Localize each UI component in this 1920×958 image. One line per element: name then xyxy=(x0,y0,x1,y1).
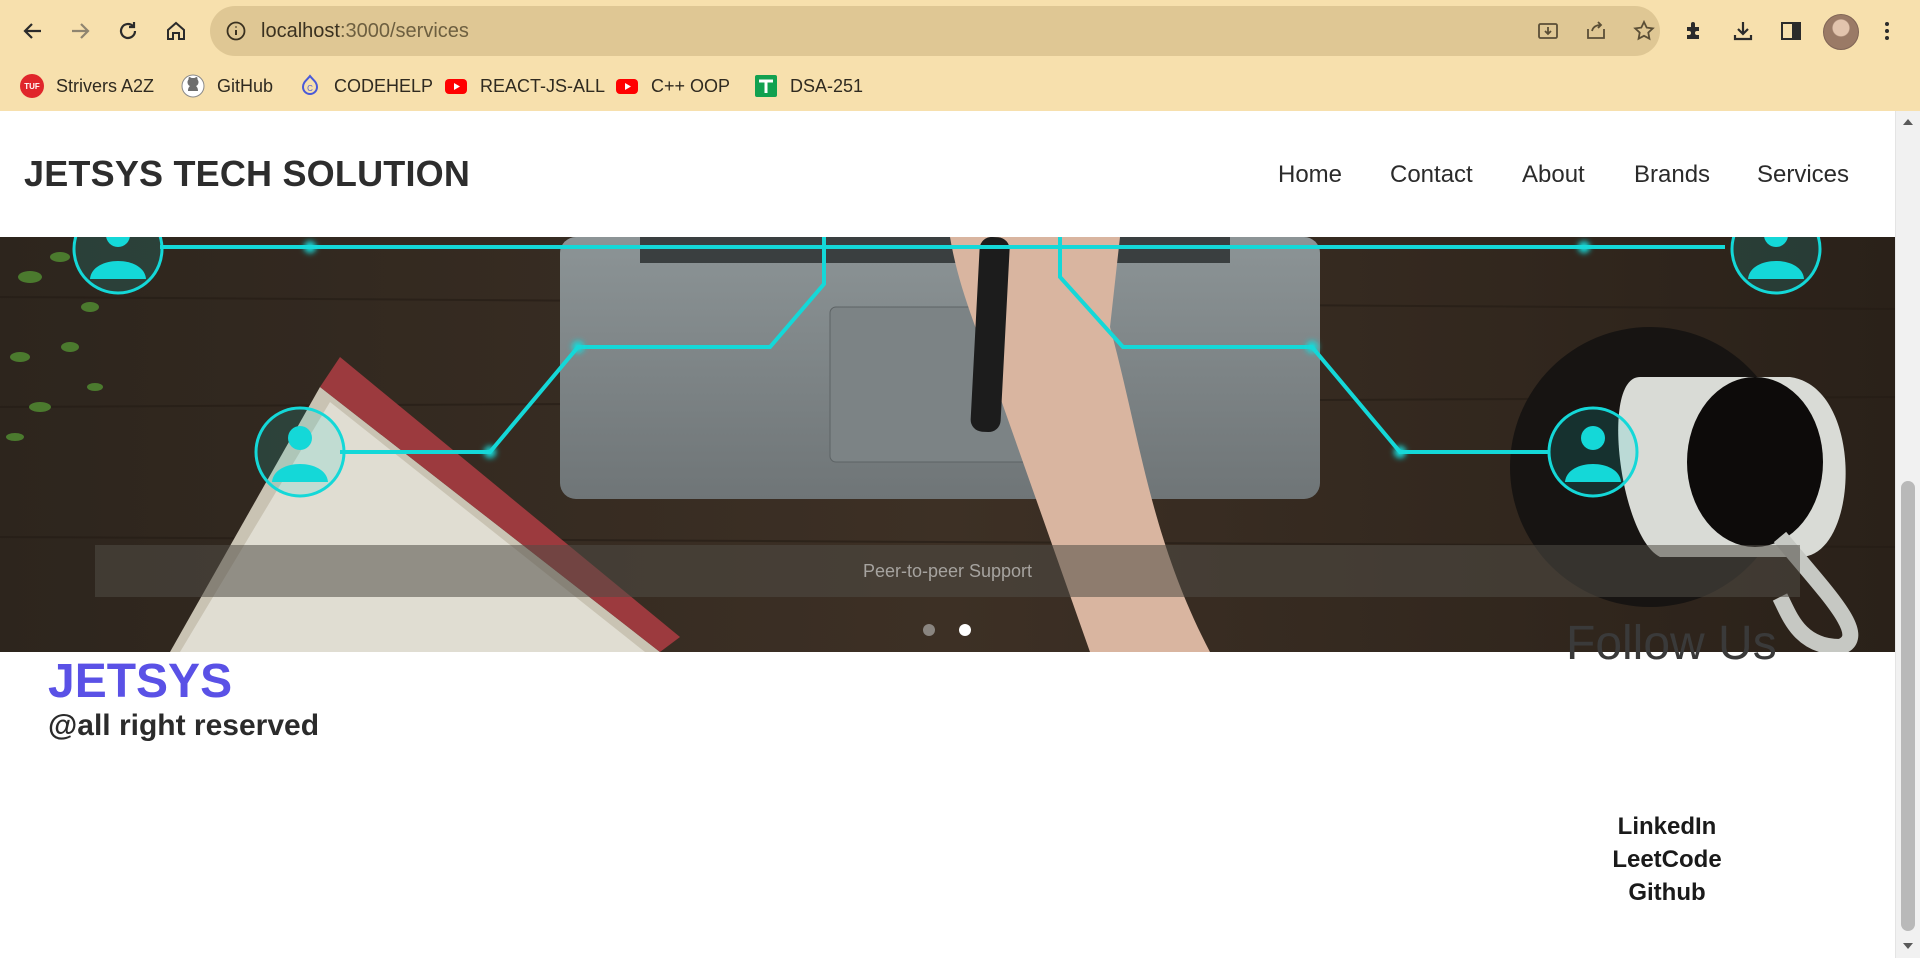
page-viewport: JETSYS TECH SOLUTION Home Contact About … xyxy=(0,111,1895,958)
reload-button[interactable] xyxy=(108,11,148,51)
nav-services[interactable]: Services xyxy=(1757,161,1849,189)
bookmark-react-js-all[interactable]: REACT-JS-ALL xyxy=(444,72,605,100)
user-node-icon xyxy=(1547,406,1639,498)
url-path: :3000/services xyxy=(339,20,469,42)
install-app-icon[interactable] xyxy=(1536,19,1560,43)
puzzle-icon xyxy=(1687,22,1699,39)
arrow-left-icon xyxy=(23,23,41,39)
bookmark-label: Strivers A2Z xyxy=(56,75,155,96)
carousel-indicator-1[interactable] xyxy=(923,624,935,636)
follow-us-title: Follow Us xyxy=(1566,617,1777,670)
bookmark-label: REACT-JS-ALL xyxy=(480,75,606,96)
bookmark-label: C++ OOP xyxy=(651,75,731,96)
forward-button[interactable] xyxy=(60,11,100,51)
reload-icon xyxy=(119,22,137,40)
leetcode-link[interactable]: LeetCode xyxy=(1547,846,1787,874)
back-button[interactable] xyxy=(13,11,53,51)
site-header: JETSYS TECH SOLUTION Home Contact About … xyxy=(0,111,1895,237)
nav-brands[interactable]: Brands xyxy=(1634,161,1710,189)
svg-text:C: C xyxy=(307,84,313,93)
nav-home[interactable]: Home xyxy=(1278,161,1342,189)
svg-text:TUF: TUF xyxy=(24,82,40,91)
footer-rights: @all right reserved xyxy=(48,709,320,742)
page-scrollbar[interactable] xyxy=(1895,111,1920,958)
bookmark-strivers[interactable]: TUF Strivers A2Z xyxy=(20,72,154,100)
bookmark-codehelp[interactable]: C CODEHELP xyxy=(298,72,433,100)
tuf-icon: TUF xyxy=(20,74,44,98)
youtube-icon xyxy=(615,74,639,98)
nav-about[interactable]: About xyxy=(1522,161,1585,189)
address-bar[interactable]: localhost:3000/services xyxy=(210,6,1660,56)
bookmarks-bar: TUF Strivers A2Z GitHub C CODEHELP REACT… xyxy=(0,62,1920,110)
sheets-icon xyxy=(754,74,778,98)
carousel-caption-bar: Peer-to-peer Support xyxy=(95,545,1800,597)
scroll-down-arrow-icon[interactable] xyxy=(1902,941,1914,951)
profile-avatar[interactable] xyxy=(1823,14,1859,50)
services-carousel: Peer-to-peer Support xyxy=(0,237,1895,652)
bookmark-label: DSA-251 xyxy=(790,75,864,96)
url-text[interactable]: localhost:3000/services xyxy=(261,20,469,43)
scroll-up-arrow-icon[interactable] xyxy=(1902,117,1914,127)
home-icon xyxy=(167,21,185,40)
bookmark-label: CODEHELP xyxy=(334,75,434,96)
download-icon xyxy=(1733,22,1753,41)
side-panel-button[interactable] xyxy=(1771,11,1811,51)
browser-toolbar: localhost:3000/services xyxy=(0,0,1920,62)
bookmark-github[interactable]: GitHub xyxy=(181,72,273,100)
carousel-indicator-2-active[interactable] xyxy=(959,624,971,636)
browser-chrome: localhost:3000/services TUF Strivers A2Z… xyxy=(0,0,1920,112)
footer-logo[interactable]: JETSYS xyxy=(48,654,232,709)
url-host: localhost xyxy=(261,20,340,42)
bookmark-cpp-oop[interactable]: C++ OOP xyxy=(615,72,730,100)
github-link[interactable]: Github xyxy=(1547,879,1787,907)
github-icon xyxy=(181,74,205,98)
downloads-button[interactable] xyxy=(1723,11,1763,51)
share-icon[interactable] xyxy=(1584,19,1608,43)
bookmark-dsa-251[interactable]: DSA-251 xyxy=(754,72,863,100)
extensions-button[interactable] xyxy=(1675,11,1715,51)
nav-contact[interactable]: Contact xyxy=(1390,161,1473,189)
arrow-right-icon xyxy=(72,23,90,39)
side-panel-icon xyxy=(1781,22,1801,40)
browser-menu-button[interactable] xyxy=(1867,11,1907,51)
site-brand[interactable]: JETSYS TECH SOLUTION xyxy=(24,153,470,195)
more-vertical-icon xyxy=(1885,22,1889,40)
codehelp-icon: C xyxy=(298,74,322,98)
home-button[interactable] xyxy=(156,11,196,51)
bookmark-label: GitHub xyxy=(217,75,274,96)
linkedin-link[interactable]: LinkedIn xyxy=(1547,813,1787,841)
youtube-icon xyxy=(444,74,468,98)
bookmark-star-icon[interactable] xyxy=(1632,19,1656,43)
carousel-caption: Peer-to-peer Support xyxy=(862,561,1033,581)
site-info-icon[interactable] xyxy=(224,19,248,43)
user-node-icon xyxy=(254,406,346,498)
scrollbar-thumb[interactable] xyxy=(1901,481,1915,931)
